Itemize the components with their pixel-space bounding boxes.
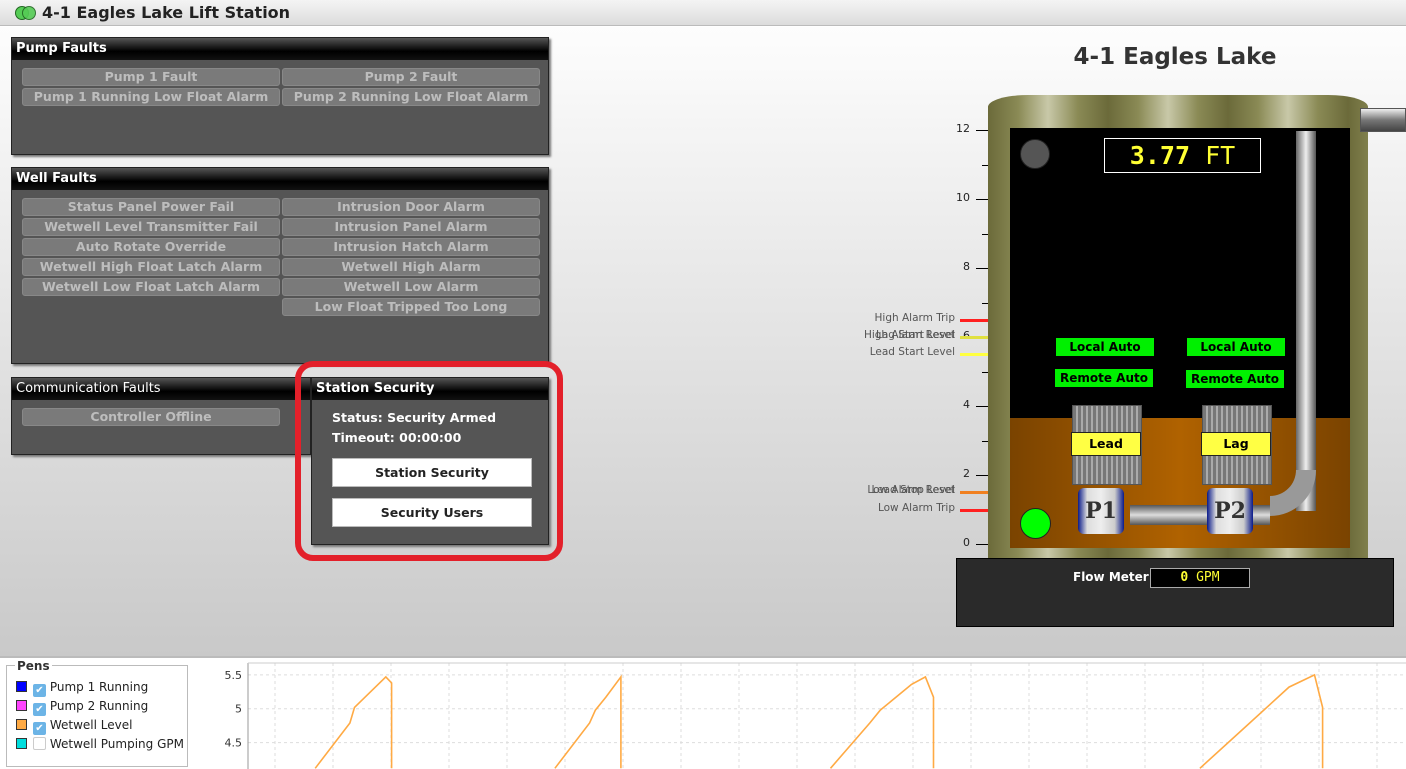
setpoint-line (960, 491, 988, 495)
pump2-remote-auto: Remote Auto (1186, 370, 1284, 388)
scale-tick-label: 4 (963, 398, 970, 411)
setpoint-line (960, 318, 988, 322)
status-indicator-bottom (1020, 508, 1051, 539)
status-indicator-top (1020, 139, 1050, 169)
window-titlebar: 4-1 Eagles Lake Lift Station (0, 0, 1406, 26)
fault-indicator: Auto Rotate Override (22, 238, 280, 256)
pump1[interactable]: P1 (1078, 488, 1124, 534)
fault-indicator: Pump 2 Fault (282, 68, 540, 86)
pen-color-swatch (16, 738, 27, 749)
pen-checkbox[interactable]: ✔ (33, 684, 46, 697)
level-display: 3.77 FT (1104, 138, 1261, 173)
fault-indicator: Controller Offline (22, 408, 280, 426)
trend-chart: 5.5 5 4.5 (225, 662, 1406, 769)
pen-item: ✔ Pump 2 Running (16, 699, 149, 716)
series-line-wetwell-level (314, 673, 1324, 769)
scale-tick (976, 268, 988, 269)
highlight-outline (295, 361, 563, 561)
scale-tick-label: 12 (956, 122, 970, 135)
fault-indicator: Intrusion Door Alarm (282, 198, 540, 216)
fault-indicator: Wetwell High Float Latch Alarm (22, 258, 280, 276)
pump1-remote-auto: Remote Auto (1055, 369, 1153, 387)
level-unit: FT (1205, 141, 1236, 170)
fault-indicator: Low Float Tripped Too Long (282, 298, 540, 316)
flow-meter-label: Flow Meter (1073, 570, 1149, 584)
pen-label: Pump 1 Running (49, 680, 149, 694)
pen-item: ✔ Pump 1 Running (16, 680, 149, 697)
pens-title: Pens (15, 659, 52, 673)
pen-label: Wetwell Level (49, 718, 133, 732)
setpoint-line (960, 353, 988, 357)
scale-tick (976, 475, 988, 476)
setpoint-line (960, 336, 988, 339)
pump-faults-panel: Pump Faults Pump 1 Fault Pump 2 Fault Pu… (11, 37, 549, 155)
scale-tick-label: 0 (963, 536, 970, 549)
pen-checkbox[interactable]: ✔ (33, 722, 46, 735)
pen-color-swatch (16, 719, 27, 730)
pen-label: Wetwell Pumping GPM (49, 737, 184, 751)
pen-color-swatch (16, 700, 27, 711)
pen-item: Wetwell Pumping GPM (16, 737, 184, 753)
pen-label: Pump 2 Running (49, 699, 149, 713)
fault-indicator: Wetwell Low Alarm (282, 278, 540, 296)
flow-unit: GPM (1196, 570, 1220, 585)
communication-faults-panel: Communication Faults Controller Offline (11, 377, 311, 455)
level-value: 3.77 (1129, 141, 1191, 170)
panel-title: Well Faults (12, 168, 548, 190)
setpoint-label: Low Alarm Trip (877, 501, 955, 514)
double-circle-logo-icon (15, 6, 36, 20)
well-faults-panel: Well Faults Status Panel Power Fail Wetw… (11, 167, 549, 364)
setpoint-label: Lead Stop Level (871, 484, 956, 497)
fault-indicator: Wetwell Level Transmitter Fail (22, 218, 280, 236)
scale-tick-label: 2 (963, 467, 970, 480)
setpoint-label: Lead Start Level (869, 346, 955, 359)
setpoint-label: Lag Start Level (876, 329, 955, 341)
fault-indicator: Pump 1 Running Low Float Alarm (22, 88, 280, 106)
pen-checkbox[interactable] (33, 737, 46, 750)
pump2[interactable]: P2 (1207, 488, 1253, 534)
discharge-pipe (1296, 131, 1316, 511)
pen-color-swatch (16, 681, 27, 692)
pump2-local-auto: Local Auto (1187, 338, 1285, 356)
flow-meter-value: 0 GPM (1150, 568, 1250, 588)
scale-tick (976, 544, 988, 545)
scale-tick (976, 130, 988, 131)
station-title: 4-1 Eagles Lake (1073, 44, 1277, 70)
fault-indicator: Wetwell Low Float Latch Alarm (22, 278, 280, 296)
fault-indicator: Status Panel Power Fail (22, 198, 280, 216)
pen-item: ✔ Wetwell Level (16, 718, 133, 735)
panel-title: Pump Faults (12, 38, 548, 60)
flow-value: 0 (1180, 570, 1189, 585)
pump1-role-badge: Lead (1071, 432, 1141, 456)
fault-indicator: Pump 1 Fault (22, 68, 280, 86)
fault-indicator: Wetwell High Alarm (282, 258, 540, 276)
fault-indicator: Intrusion Hatch Alarm (282, 238, 540, 256)
scale-tick-label: 8 (963, 260, 970, 273)
panel-title: Communication Faults (12, 378, 310, 400)
flow-meter-panel: Flow Meter 0 GPM (956, 558, 1394, 627)
y-tick-label: 5 (235, 703, 242, 716)
discharge-pipe-outlet (1360, 108, 1406, 132)
setpoint-label: High Alarm Trip (874, 311, 955, 324)
pens-legend: Pens ✔ Pump 1 Running ✔ Pump 2 Running ✔ W… (6, 659, 188, 767)
fault-indicator: Intrusion Panel Alarm (282, 218, 540, 236)
scale-tick (976, 199, 988, 200)
pump2-role-badge: Lag (1201, 432, 1271, 456)
window-title: 4-1 Eagles Lake Lift Station (42, 3, 291, 22)
y-tick-label: 5.5 (225, 669, 243, 682)
scale-tick-label: 10 (956, 191, 970, 204)
scale-tick (976, 406, 988, 407)
setpoint-line (960, 508, 988, 512)
pump1-local-auto: Local Auto (1056, 338, 1154, 356)
fault-indicator: Pump 2 Running Low Float Alarm (282, 88, 540, 106)
y-tick-label: 4.5 (225, 737, 243, 750)
pen-checkbox[interactable]: ✔ (33, 703, 46, 716)
